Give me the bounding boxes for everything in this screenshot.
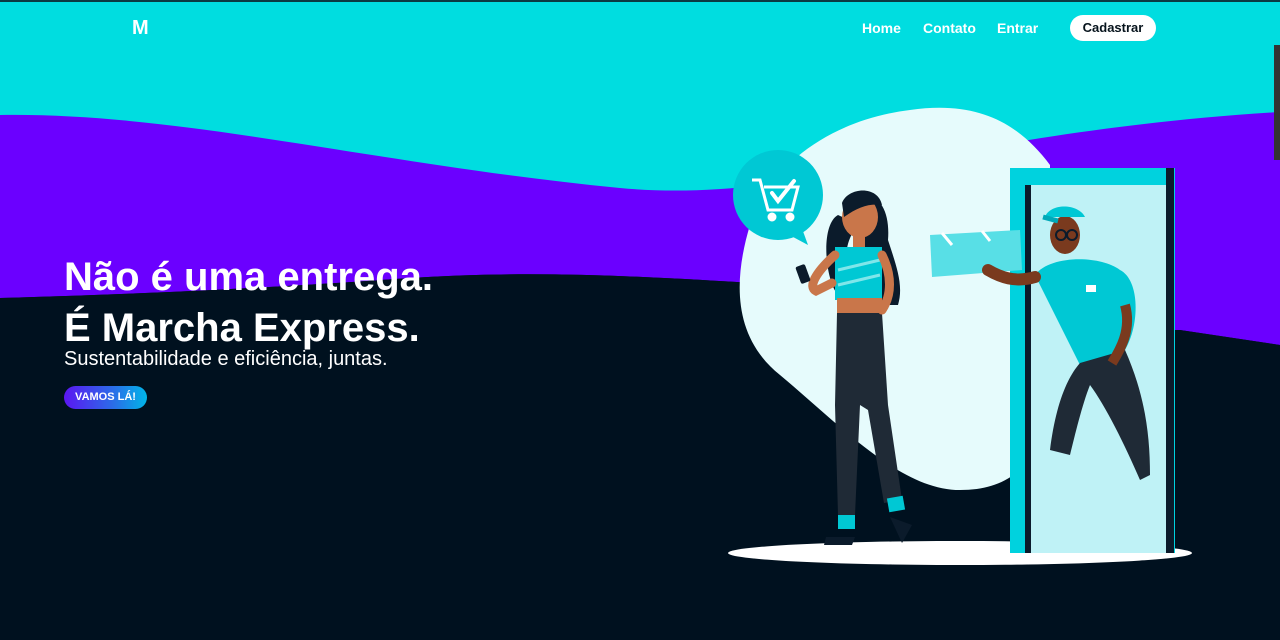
- logo[interactable]: M: [132, 17, 149, 40]
- top-border: [0, 0, 1280, 2]
- nav-link-contato[interactable]: Contato: [923, 20, 976, 36]
- hero-title-line-1: Não é uma entrega.: [64, 255, 434, 299]
- hero-subtitle: Sustentabilidade e eficiência, juntas.: [64, 348, 388, 370]
- nav-link-home[interactable]: Home: [862, 20, 901, 36]
- scrollbar[interactable]: [1274, 45, 1280, 160]
- hero-title-line-2: É Marcha Express.: [64, 306, 420, 350]
- package-box: [930, 230, 1022, 277]
- cadastrar-button[interactable]: Cadastrar: [1070, 15, 1156, 41]
- vamos-la-button[interactable]: VAMOS LÁ!: [64, 386, 147, 409]
- hero-title: Não é uma entrega. É Marcha Express.: [64, 252, 433, 354]
- nav-link-entrar[interactable]: Entrar: [997, 20, 1038, 36]
- delivery-illustration: [728, 107, 1192, 565]
